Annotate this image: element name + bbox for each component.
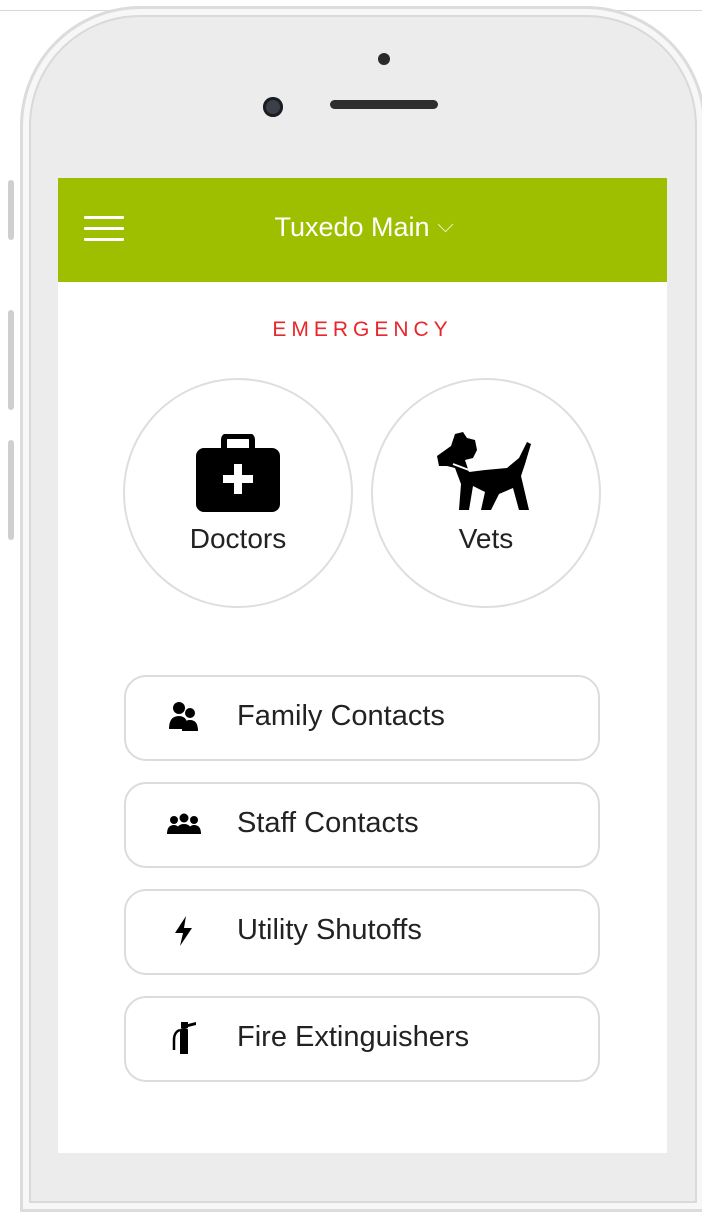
dog-icon bbox=[437, 432, 531, 510]
front-camera bbox=[263, 97, 283, 117]
fire-extinguishers-label: Fire Extinguishers bbox=[237, 1021, 470, 1053]
doctors-button[interactable]: Doctors bbox=[123, 378, 353, 608]
utility-shutoffs-label: Utility Shutoffs bbox=[237, 914, 422, 946]
vets-button[interactable]: Vets bbox=[371, 378, 601, 608]
app-header: Tuxedo Main bbox=[58, 178, 667, 282]
section-label-emergency: EMERGENCY bbox=[272, 318, 453, 341]
earpiece-speaker bbox=[330, 100, 438, 109]
family-icon bbox=[169, 702, 198, 731]
volume-down-button bbox=[8, 440, 14, 540]
vets-label: Vets bbox=[458, 523, 514, 554]
doctors-label: Doctors bbox=[189, 523, 287, 554]
mute-switch bbox=[8, 180, 14, 240]
app-screen: Tuxedo Main EMERGENCY Doctors Vets Famil… bbox=[58, 178, 667, 1153]
medical-kit-icon bbox=[196, 434, 280, 512]
volume-up-button bbox=[8, 310, 14, 410]
proximity-sensor bbox=[378, 53, 390, 65]
family-contacts-button[interactable]: Family Contacts bbox=[124, 675, 600, 761]
lightning-icon bbox=[175, 916, 192, 946]
fire-extinguisher-icon bbox=[172, 1022, 196, 1054]
location-selector[interactable]: Tuxedo Main bbox=[58, 212, 667, 243]
staff-contacts-button[interactable]: Staff Contacts bbox=[124, 782, 600, 868]
utility-shutoffs-button[interactable]: Utility Shutoffs bbox=[124, 889, 600, 975]
chevron-down-icon bbox=[437, 216, 453, 233]
header-title: Tuxedo Main bbox=[274, 212, 430, 242]
emergency-buttons: Doctors Vets bbox=[123, 378, 603, 608]
fire-extinguishers-button[interactable]: Fire Extinguishers bbox=[124, 996, 600, 1082]
family-contacts-label: Family Contacts bbox=[237, 700, 445, 732]
staff-contacts-label: Staff Contacts bbox=[237, 807, 419, 839]
contacts-list: Family Contacts Staff Contacts Utility S… bbox=[124, 675, 600, 1103]
staff-icon bbox=[167, 813, 201, 834]
